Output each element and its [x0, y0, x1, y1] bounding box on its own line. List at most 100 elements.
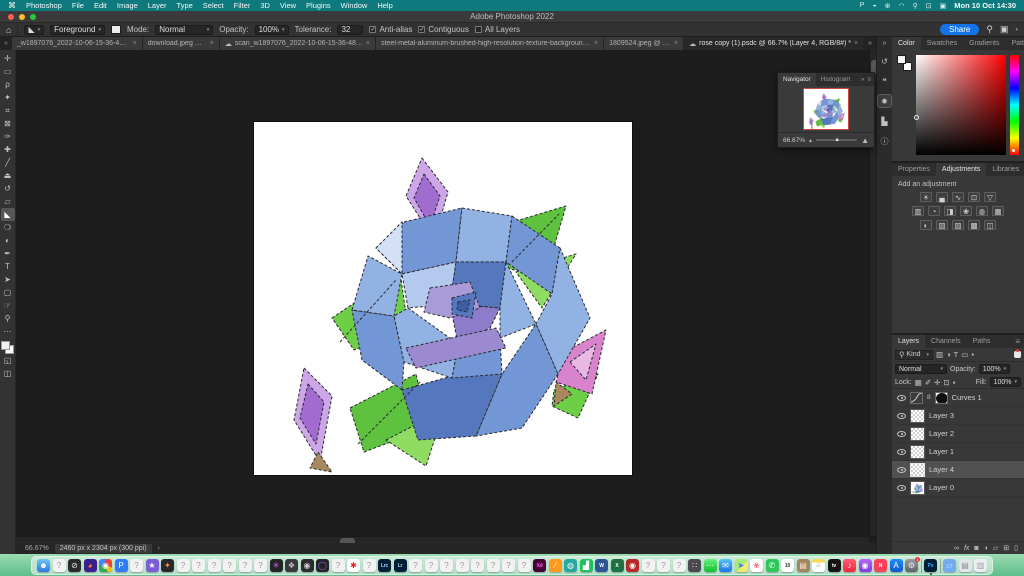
foreground-background-swatches[interactable]	[1, 341, 14, 354]
panel-tab[interactable]: Channels	[925, 335, 967, 348]
layer-row-curves[interactable]: 8 Curves 1	[892, 389, 1024, 407]
document-tab[interactable]: ☁ rose copy (1).psdc @ 66.7% (Layer 4, R…	[684, 37, 864, 50]
layer-filter-icon[interactable]: ◑	[946, 350, 951, 359]
navigator-zoom-slider[interactable]: ▲	[816, 139, 857, 141]
adjustment-icon[interactable]: ▩	[968, 220, 980, 230]
layer-row[interactable]: Layer 2	[892, 425, 1024, 443]
color-picker-ring[interactable]	[914, 115, 919, 120]
foreground-color-swatch[interactable]	[1, 341, 10, 350]
layer-filter-icon[interactable]: ▭	[961, 350, 968, 359]
tab-close-icon[interactable]: ×	[594, 40, 598, 47]
placeholder-app[interactable]: ?	[239, 559, 252, 572]
saturation-brightness-field[interactable]	[916, 55, 1006, 155]
layer-visibility-icon[interactable]	[897, 467, 906, 473]
menu-item[interactable]: Photoshop	[26, 1, 62, 10]
healing-brush-tool[interactable]: ✚	[1, 143, 15, 156]
menu-item[interactable]: Layer	[148, 1, 167, 10]
close-window-button[interactable]	[8, 14, 14, 20]
quick-mask-button[interactable]: ◱	[1, 354, 15, 367]
notes[interactable]: ≡	[812, 559, 825, 572]
placeholder-app[interactable]: ?	[363, 559, 376, 572]
canvas-area[interactable]: NavigatorHistogram » ≡ 66.67% ▴ ▲ ▲ 66.	[16, 50, 876, 554]
music[interactable]: ♪	[843, 559, 856, 572]
adjustment-icon[interactable]: ▥	[912, 206, 924, 216]
panel-collapse-icon[interactable]: »	[861, 77, 864, 83]
panel-menu-icon[interactable]: ≡	[1015, 335, 1024, 348]
panel-tab[interactable]: Properties	[892, 163, 936, 176]
system-settings[interactable]: ⚙ 1	[905, 559, 918, 572]
placeholder-app[interactable]: ?	[471, 559, 484, 572]
control-center-icon[interactable]: ▣	[940, 2, 947, 10]
layer-thumbnail[interactable]	[910, 445, 925, 459]
hue-slider[interactable]	[1010, 55, 1019, 155]
firefox[interactable]: ◕	[84, 559, 97, 572]
shape-tool[interactable]: ▢	[1, 286, 15, 299]
books[interactable]: ▤	[797, 559, 810, 572]
adjustment-icon[interactable]: ◔	[928, 206, 940, 216]
adjustment-icon[interactable]: ∿	[952, 192, 964, 202]
tab-close-icon[interactable]: ×	[133, 40, 137, 47]
tab-close-icon[interactable]: ×	[674, 40, 678, 47]
layer-row[interactable]: Layer 0	[892, 479, 1024, 497]
hue-slider-marker[interactable]	[1012, 149, 1015, 152]
contiguous-checkbox[interactable]: Contiguous	[418, 25, 468, 34]
badge-p-icon[interactable]: P	[860, 2, 865, 9]
document-tab[interactable]: 1809524.jpeg @ 100%... ×	[604, 37, 684, 50]
layer-mask-thumbnail[interactable]	[935, 392, 948, 404]
tab-overflow-right-icon[interactable]: »	[864, 37, 876, 50]
menu-item[interactable]: Edit	[94, 1, 107, 10]
menu-item[interactable]: View	[280, 1, 296, 10]
lock-icon[interactable]: ⊡	[943, 378, 949, 387]
anti-alias-checkbox[interactable]: Anti-alias	[369, 25, 412, 34]
panel-tab[interactable]: Layers	[892, 335, 925, 348]
clone-stamp-tool[interactable]: ⏏	[1, 169, 15, 182]
brush-tool[interactable]: ╱	[1, 156, 15, 169]
blend-mode-dropdown[interactable]: Normal▾	[895, 364, 947, 374]
panel-tab[interactable]: Gradients	[963, 37, 1005, 50]
tool-preset-picker[interactable]: ◣ ▾	[24, 25, 44, 35]
paint-bucket-tool[interactable]: ◣	[1, 208, 15, 221]
pen-tool[interactable]: ✒	[1, 247, 15, 260]
menu-item[interactable]: Type	[177, 1, 193, 10]
panel-tab[interactable]: Swatches	[921, 37, 963, 50]
menu-bar-clock[interactable]: Mon 10 Oct 14:30	[954, 1, 1016, 10]
calendar[interactable]: 10	[781, 559, 794, 572]
placeholder-app[interactable]: ?	[254, 559, 267, 572]
expand-panels-icon[interactable]: »	[883, 40, 887, 47]
delete-layer-icon[interactable]: ▯	[1014, 544, 1018, 552]
eraser-tool[interactable]: ▱	[1, 195, 15, 208]
panel-tab[interactable]: Patterns	[1005, 37, 1024, 50]
home-icon[interactable]: ⌂	[6, 25, 11, 35]
finder[interactable]: ☻	[37, 559, 50, 572]
placeholder-app[interactable]: ?	[673, 559, 686, 572]
purple-app[interactable]: ◯	[316, 559, 329, 572]
navigator-zoom-value[interactable]: 66.67%	[783, 137, 805, 144]
eyedropper-tool[interactable]: ✑	[1, 130, 15, 143]
horizontal-scrollbar[interactable]	[16, 536, 869, 543]
pages[interactable]: P	[115, 559, 128, 572]
adjustment-icon[interactable]: ☀	[920, 192, 932, 202]
final-cut[interactable]: ✳	[270, 559, 283, 572]
menu-item[interactable]: File	[72, 1, 84, 10]
documents-stack[interactable]: ▤	[959, 559, 972, 572]
fill-source-dropdown[interactable]: Foreground▾	[50, 25, 105, 35]
word[interactable]: W	[595, 559, 608, 572]
launchpad[interactable]: ∷	[688, 559, 701, 572]
crop-tool[interactable]: ⌗	[1, 104, 15, 117]
star-app[interactable]: ★	[146, 559, 159, 572]
layer-filter-kind-dropdown[interactable]: ⚲ Kind ▾	[895, 350, 933, 360]
placeholder-app[interactable]: ?	[223, 559, 236, 572]
menu-item[interactable]: 3D	[260, 1, 270, 10]
placeholder-app[interactable]: ?	[440, 559, 453, 572]
adjustment-icon[interactable]: ◨	[944, 206, 956, 216]
lightroom-classic[interactable]: Lrc	[378, 559, 391, 572]
placeholder-app[interactable]: ?	[518, 559, 531, 572]
link-layers-icon[interactable]: ∞	[954, 545, 959, 552]
document-size-info[interactable]: 2460 px x 2304 px (300 ppi)	[55, 544, 152, 553]
layer-row[interactable]: Layer 1	[892, 443, 1024, 461]
layer-row-selected[interactable]: Layer 4	[892, 461, 1024, 479]
adjustment-icon[interactable]: ◐	[920, 220, 932, 230]
placeholder-app[interactable]: ?	[130, 559, 143, 572]
status-options-icon[interactable]: ›	[158, 545, 160, 552]
xd[interactable]: Xd	[533, 559, 546, 572]
